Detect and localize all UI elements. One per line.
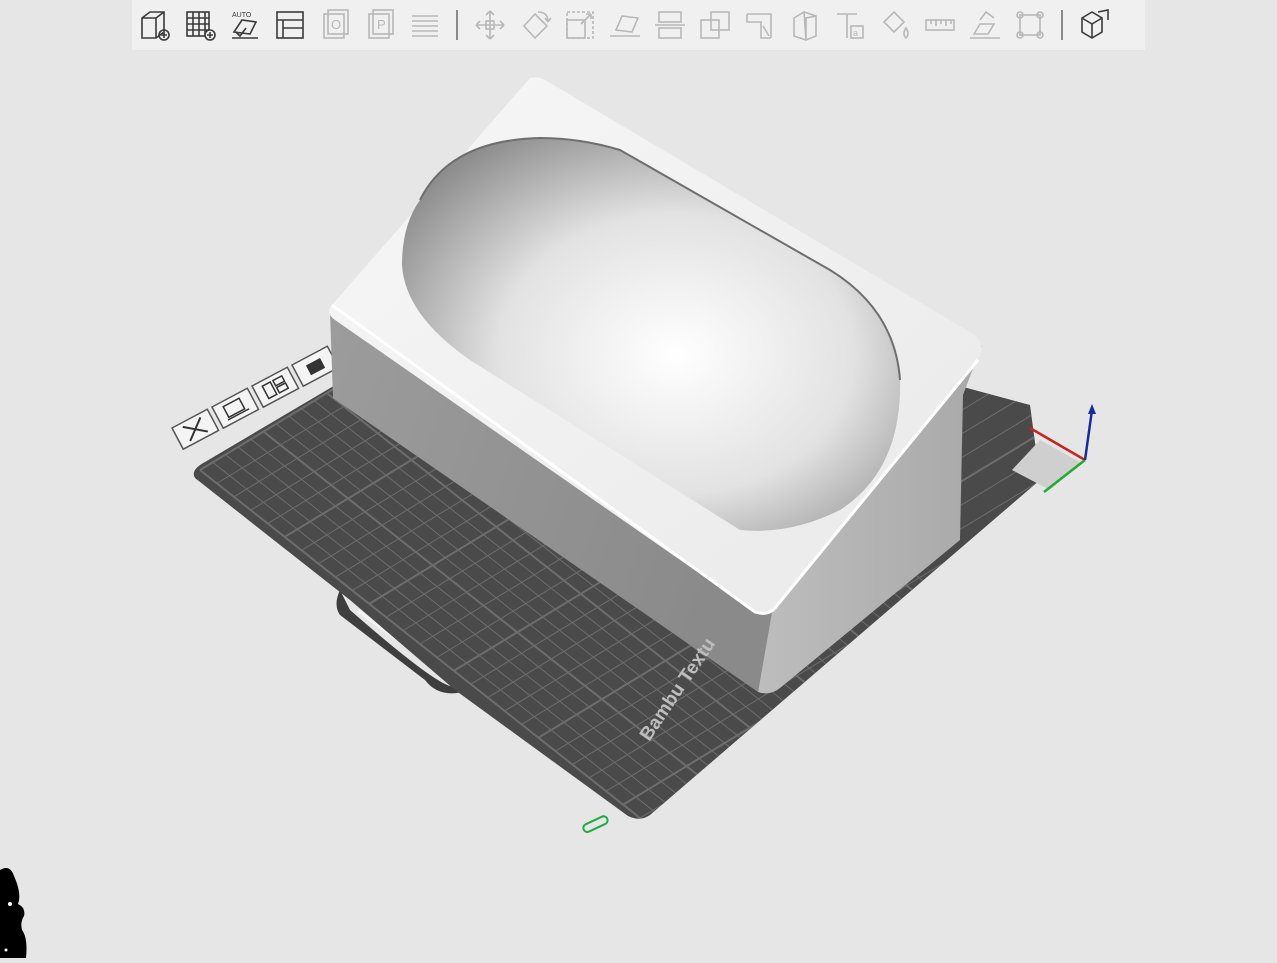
toolbar-group-file: AUTO <box>135 5 315 45</box>
svg-text:a: a <box>853 28 858 38</box>
toolbar-group-tools: a <box>470 5 1055 45</box>
mascot-icon <box>0 868 27 958</box>
lay-on-face-icon <box>609 15 640 37</box>
scale-button[interactable] <box>560 5 599 45</box>
measure-button[interactable] <box>920 5 959 45</box>
assembly-view-button[interactable] <box>1075 5 1114 45</box>
color-paint-button[interactable] <box>875 5 914 45</box>
plate-arrange-icon[interactable] <box>250 366 300 409</box>
cut-icon <box>654 11 685 39</box>
toolbar-separator <box>456 10 458 40</box>
3d-viewport[interactable]: Bambu Textu <box>0 0 1277 958</box>
brim-ears-icon <box>1015 11 1044 39</box>
top-toolbar: AUTO OP a <box>132 0 1145 50</box>
assembly-view-icon <box>1080 9 1109 39</box>
add-object-button[interactable] <box>135 5 174 45</box>
assemble-button[interactable] <box>965 5 1004 45</box>
svg-text:P: P <box>377 17 386 32</box>
toolbar-group-assembly <box>1075 5 1120 45</box>
support-paint-icon <box>745 13 772 39</box>
z-axis <box>1083 409 1094 461</box>
boolean-icon <box>699 11 730 39</box>
assemble-icon <box>969 10 1000 39</box>
move-icon <box>474 10 505 40</box>
lay-on-face-button[interactable] <box>605 5 644 45</box>
split-parts-button[interactable]: P <box>360 5 399 45</box>
seam-paint-button[interactable] <box>785 5 824 45</box>
boolean-button[interactable] <box>695 5 734 45</box>
layers-button[interactable] <box>405 5 444 45</box>
layers-icon <box>411 15 438 37</box>
text-emboss-icon: a <box>836 13 864 39</box>
support-paint-button[interactable] <box>740 5 779 45</box>
scale-icon <box>565 11 594 39</box>
add-plate-button[interactable] <box>180 5 219 45</box>
text-emboss-button[interactable]: a <box>830 5 869 45</box>
arrange-button[interactable] <box>270 5 309 45</box>
add-plate-icon <box>185 11 216 41</box>
rotate-icon <box>522 11 552 40</box>
auto-orient-button[interactable]: AUTO <box>225 5 264 45</box>
split-parts-icon: P <box>367 9 394 39</box>
plate-number-marker <box>582 815 609 833</box>
color-paint-icon <box>882 10 909 40</box>
auto-orient-icon: AUTO <box>231 12 258 39</box>
plate-orient-icon[interactable] <box>210 387 260 430</box>
split-objects-button[interactable]: O <box>315 5 354 45</box>
seam-paint-icon <box>792 11 817 41</box>
rotate-button[interactable] <box>515 5 554 45</box>
plate-delete-icon[interactable] <box>170 408 220 451</box>
svg-text:O: O <box>331 17 341 32</box>
brim-ears-button[interactable] <box>1010 5 1049 45</box>
toolbar-group-split: OP <box>315 5 450 45</box>
svg-text:AUTO: AUTO <box>232 12 252 19</box>
split-objects-icon: O <box>322 9 349 39</box>
toolbar-separator <box>1061 10 1063 40</box>
add-object-icon <box>140 11 170 41</box>
measure-icon <box>924 19 955 31</box>
cut-button[interactable] <box>650 5 689 45</box>
move-button[interactable] <box>470 5 509 45</box>
arrange-icon <box>275 11 304 39</box>
